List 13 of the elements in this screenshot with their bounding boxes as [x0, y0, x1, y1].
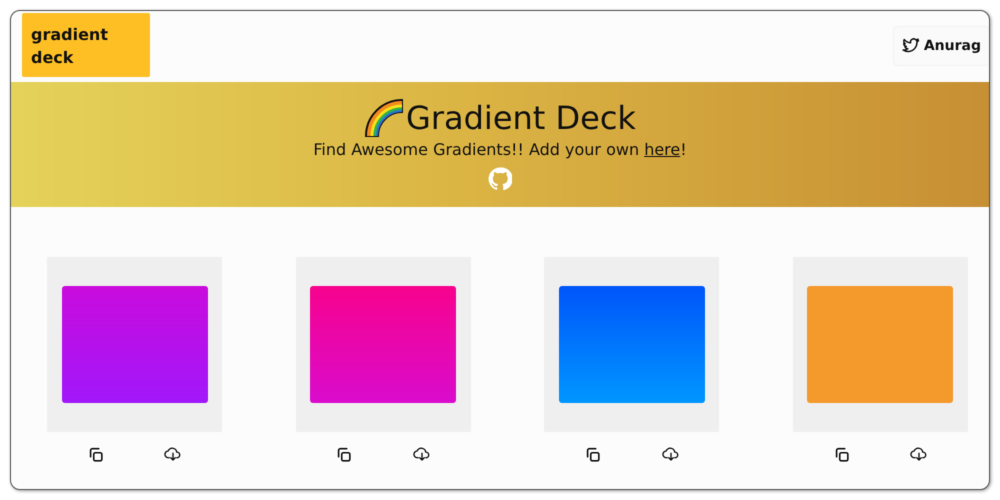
- tagline: Find Awesome Gradients!! Add your own here!: [313, 140, 687, 159]
- page-title: Gradient Deck: [406, 100, 636, 136]
- profile-link[interactable]: Anurag: [894, 27, 989, 65]
- copy-icon[interactable]: [335, 446, 354, 464]
- copy-icon[interactable]: [584, 446, 602, 464]
- rainbow-icon: [364, 98, 404, 138]
- gradient-swatch[interactable]: [310, 286, 456, 403]
- gradient-swatch[interactable]: [807, 286, 954, 403]
- gradient-swatch[interactable]: [558, 286, 705, 403]
- gradient-swatch[interactable]: [62, 286, 208, 403]
- here-link[interactable]: here: [644, 140, 680, 159]
- logo[interactable]: gradient deck: [22, 13, 150, 77]
- bird-icon: [902, 37, 920, 55]
